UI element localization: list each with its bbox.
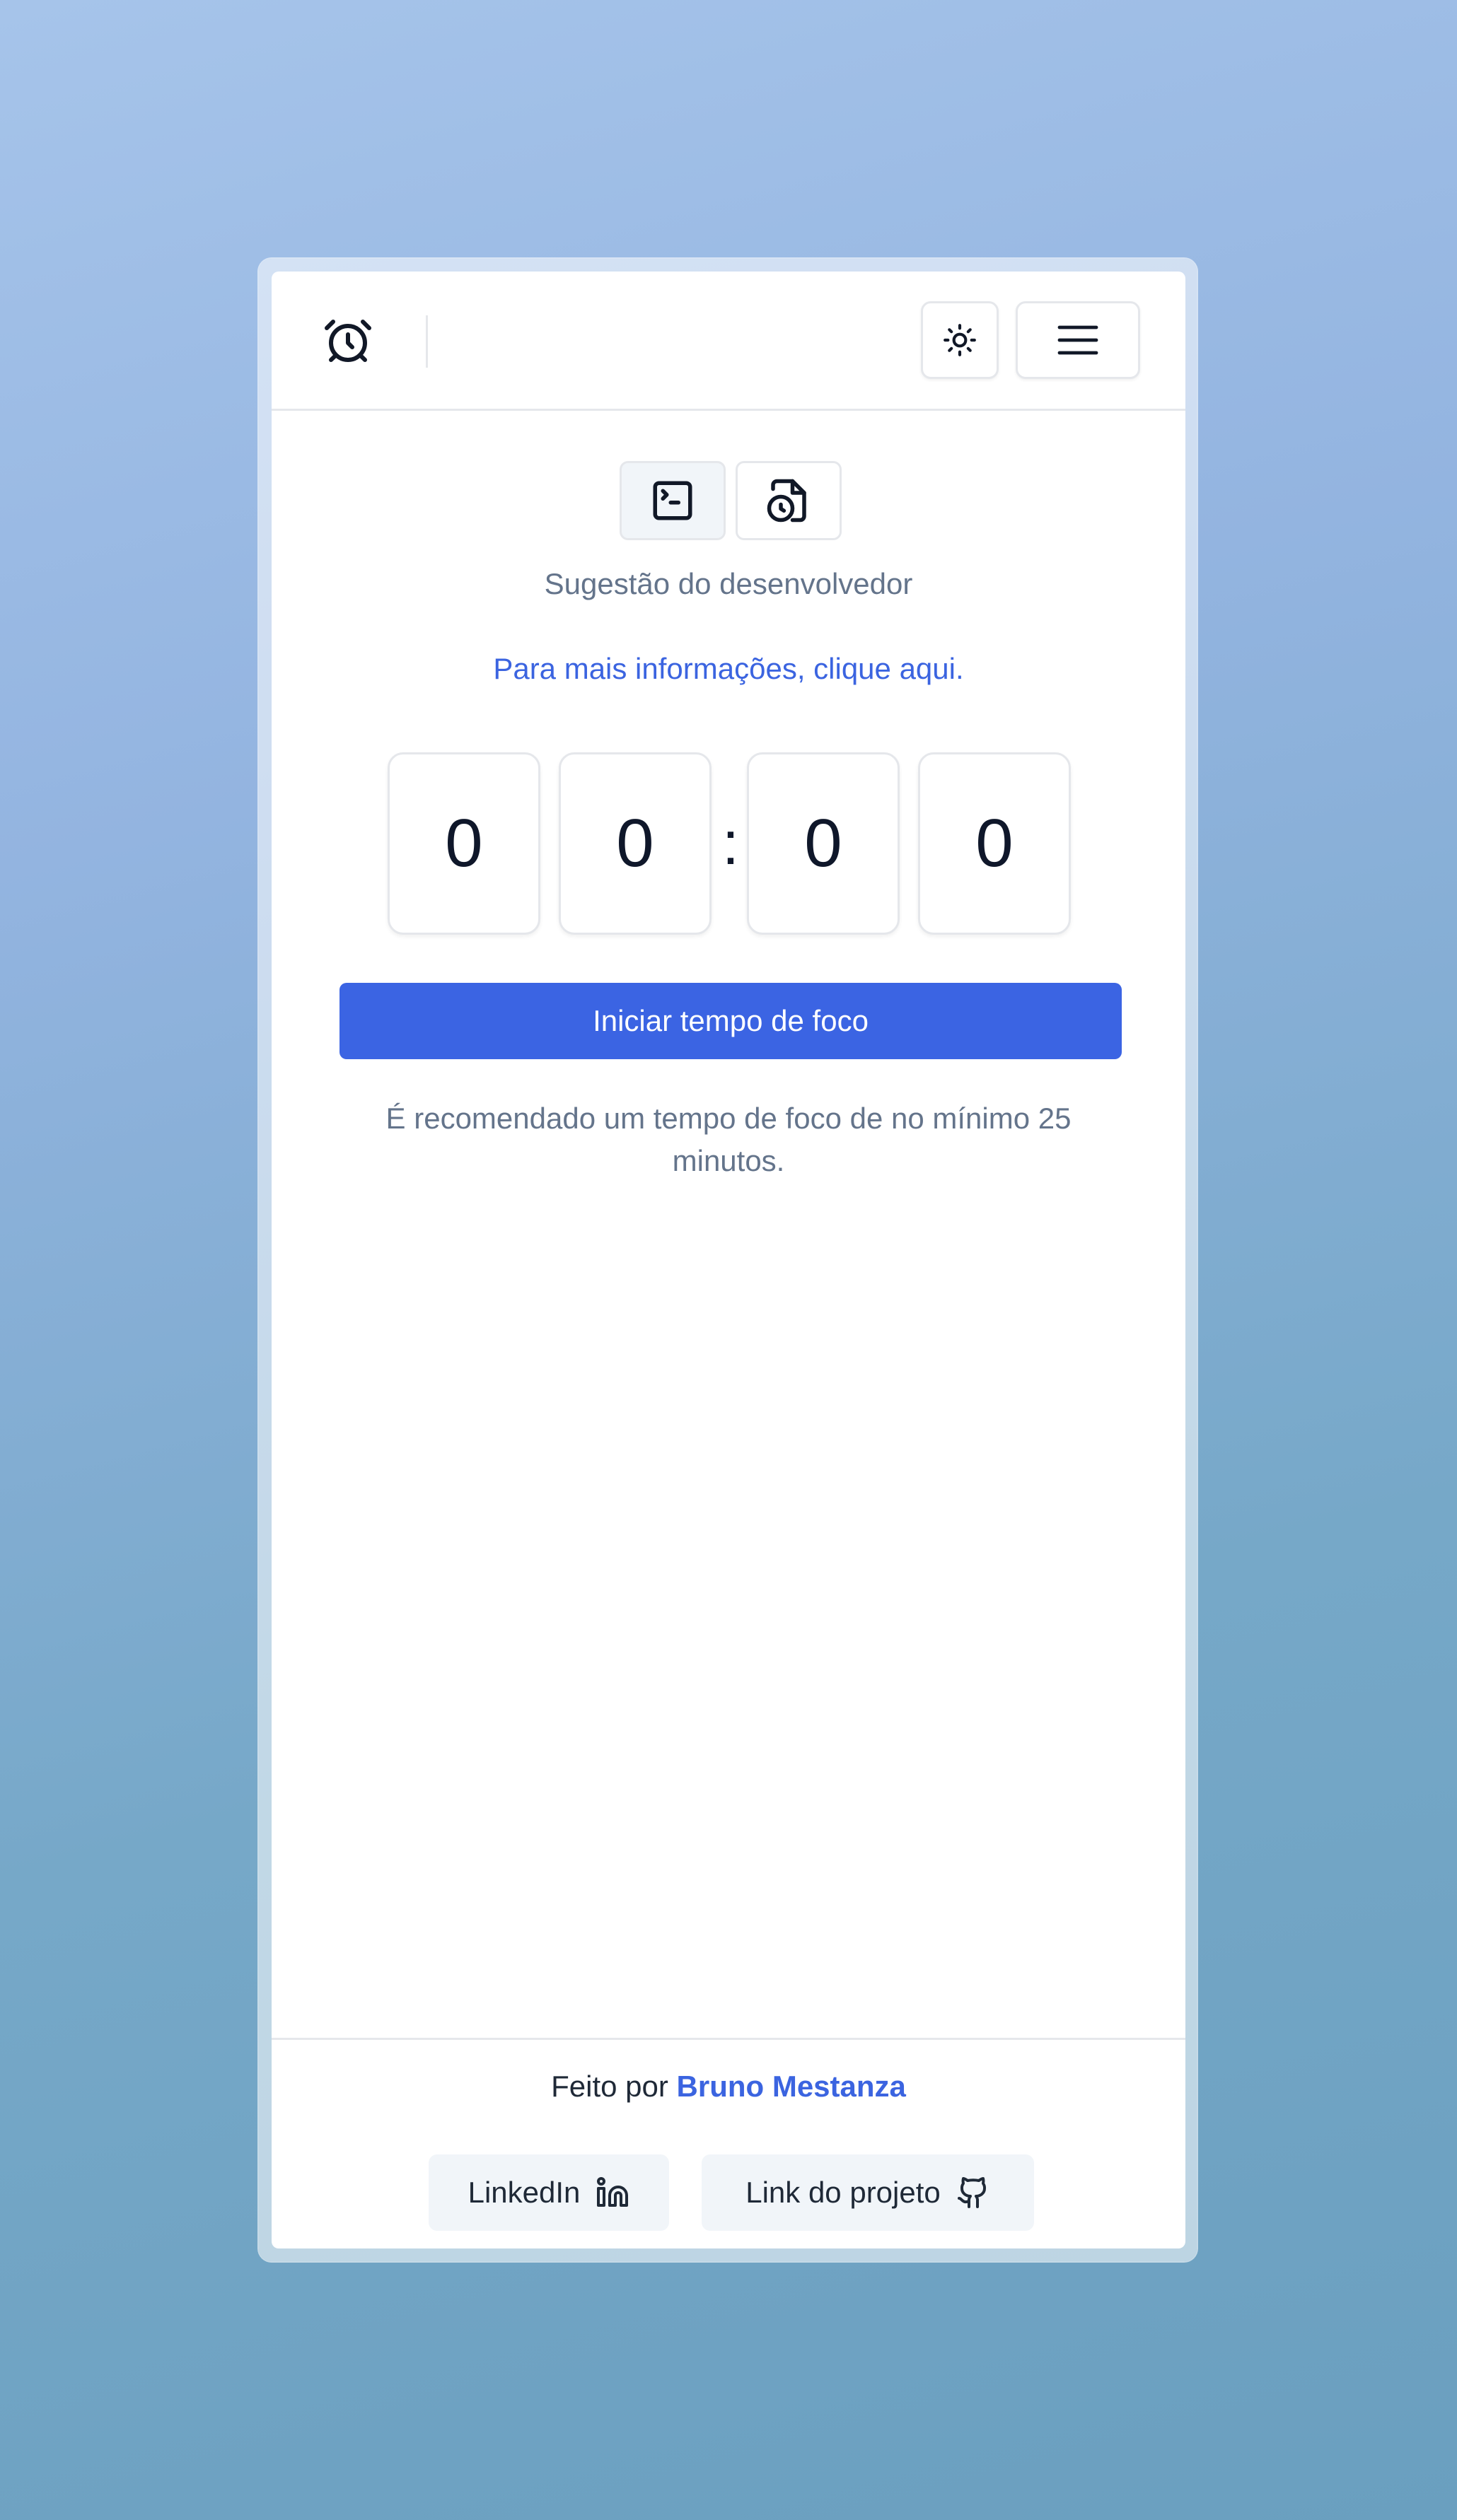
timer-digit-seconds-ones[interactable]: 0: [918, 752, 1071, 935]
hamburger-menu-icon: [1055, 322, 1101, 358]
project-link-button[interactable]: Link do projeto: [702, 2154, 1034, 2231]
made-by-prefix: Feito por: [551, 2070, 668, 2103]
alarm-clock-icon: [323, 315, 373, 366]
developer-suggestion-label: Sugestão do desenvolvedor: [544, 567, 913, 600]
author-link[interactable]: Bruno Mestanza: [677, 2070, 906, 2103]
mode-toggle-group: [620, 461, 842, 540]
linkedin-label: LinkedIn: [468, 2176, 581, 2209]
linkedin-button[interactable]: LinkedIn: [429, 2154, 669, 2231]
timer-digit-minutes-ones[interactable]: 0: [559, 752, 712, 935]
linkedin-icon: [596, 2176, 629, 2210]
timer-digit-seconds-tens[interactable]: 0: [747, 752, 900, 935]
header-divider: [426, 315, 428, 368]
theme-toggle-button[interactable]: [921, 301, 999, 379]
file-clock-icon: [765, 477, 812, 524]
sun-icon: [942, 322, 977, 358]
more-info-link[interactable]: Para mais informações, clique aqui.: [272, 652, 1185, 686]
terminal-mode-toggle[interactable]: [620, 461, 726, 540]
project-link-label: Link do projeto: [745, 2176, 941, 2209]
app-footer: Feito por Bruno Mestanza LinkedIn Link d…: [272, 2038, 1185, 2248]
menu-button[interactable]: [1016, 301, 1140, 379]
made-by-line: Feito por Bruno Mestanza: [272, 2070, 1185, 2104]
recommendation-text: É recomendado um tempo de foco de no mín…: [385, 1102, 1072, 1177]
app-card: Sugestão do desenvolvedor Para mais info…: [272, 272, 1185, 2248]
timer-digit-minutes-tens[interactable]: 0: [388, 752, 540, 935]
terminal-square-icon: [649, 477, 696, 524]
timer-display: 0 0 : 0 0: [388, 752, 1074, 938]
start-focus-button[interactable]: Iniciar tempo de foco: [339, 983, 1122, 1059]
app-header: [272, 272, 1185, 411]
timer-separator: :: [722, 809, 739, 877]
github-icon: [956, 2176, 990, 2210]
history-mode-toggle[interactable]: [736, 461, 842, 540]
